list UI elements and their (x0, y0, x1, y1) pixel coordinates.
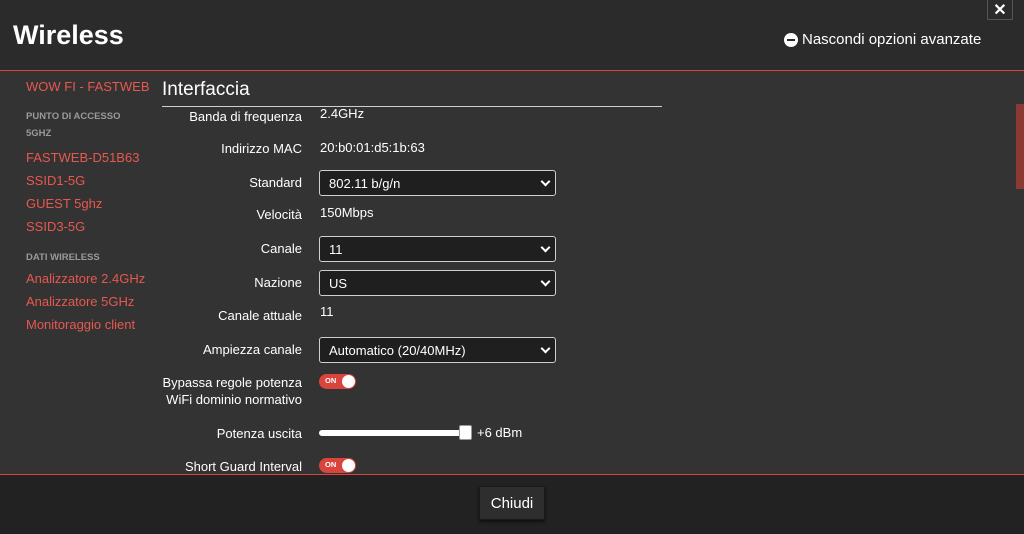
standard-label: Standard (249, 175, 302, 190)
sidebar-item-analyzer-5ghz[interactable]: Analizzatore 5GHz (26, 294, 156, 309)
sidebar-item-fastweb-d51b63[interactable]: FASTWEB-D51B63 (26, 150, 156, 165)
power-slider-thumb[interactable] (459, 425, 472, 440)
bypass-label: Bypassa regole potenza WiFi dominio norm… (162, 374, 302, 408)
close-button[interactable]: Chiudi (479, 486, 545, 520)
sidebar-caption-line: 5GHZ (26, 128, 52, 139)
channel-label: Canale (260, 241, 302, 256)
chevron-down-icon (540, 176, 551, 187)
current-channel-value: 11 (320, 304, 334, 319)
toggle-state-text: ON (325, 376, 337, 385)
interface-panel: Interfaccia Banda di frequenza 2.4GHz In… (162, 72, 662, 474)
power-label: Potenza uscita (216, 426, 302, 441)
bandwidth-select[interactable]: Automatico (20/40MHz) (319, 337, 556, 363)
sidebar-item-wow-fi[interactable]: WOW FI - FASTWEB (26, 79, 156, 94)
wireless-modal: Wireless Nascondi opzioni avanzate ✕ WOW… (0, 0, 1024, 534)
band-label: Banda di frequenza (189, 109, 302, 124)
power-value: +6 dBm (477, 425, 523, 440)
sidebar-caption-access-point: PUNTO DI ACCESSO 5GHZ (26, 108, 156, 142)
minus-circle-icon (784, 32, 798, 47)
channel-select[interactable]: 11 (319, 236, 556, 262)
country-row: Nazione US (162, 270, 862, 296)
current-channel-label: Canale attuale (218, 308, 302, 323)
sidebar-item-client-monitoring[interactable]: Monitoraggio client (26, 317, 156, 332)
chevron-down-icon (540, 343, 551, 354)
power-row: Potenza uscita +6 dBm (162, 425, 862, 442)
bandwidth-label: Ampiezza canale (203, 342, 302, 357)
sidebar-caption-wireless-data: DATI WIRELESS (26, 252, 100, 263)
toggle-knob (342, 375, 355, 388)
current-channel-row: Canale attuale 11 (162, 304, 862, 324)
country-select-value: US (329, 275, 348, 291)
country-select[interactable]: US (319, 270, 556, 296)
chevron-down-icon (540, 276, 551, 287)
sgi-toggle[interactable]: ON (319, 458, 356, 473)
bandwidth-row: Ampiezza canale Automatico (20/40MHz) (162, 337, 862, 363)
mac-row: Indirizzo MAC 20:b0:01:d5:1b:63 (162, 140, 862, 157)
toggle-state-text: ON (325, 460, 337, 469)
scrollbar-thumb[interactable] (1016, 104, 1024, 189)
mac-value: 20:b0:01:d5:1b:63 (320, 140, 425, 155)
modal-header: Wireless Nascondi opzioni avanzate ✕ (0, 0, 1024, 71)
speed-value: 150Mbps (320, 205, 374, 220)
sidebar-item-guest-5ghz[interactable]: GUEST 5ghz (26, 196, 156, 211)
standard-select-value: 802.11 b/g/n (329, 175, 401, 191)
sidebar: WOW FI - FASTWEB PUNTO DI ACCESSO 5GHZ F… (26, 78, 156, 332)
speed-label: Velocità (256, 207, 302, 222)
channel-row: Canale 11 (162, 236, 862, 262)
modal-footer: Chiudi (0, 474, 1024, 534)
bypass-toggle[interactable]: ON (319, 374, 356, 389)
band-row: Banda di frequenza 2.4GHz (162, 106, 862, 125)
sgi-row: Short Guard Interval ON (162, 458, 862, 475)
power-slider[interactable] (319, 425, 472, 440)
bypass-label-line: WiFi dominio normativo (166, 392, 302, 407)
bandwidth-select-value: Automatico (20/40MHz) (329, 342, 466, 358)
hide-advanced-options-label: Nascondi opzioni avanzate (802, 31, 982, 48)
close-icon[interactable]: ✕ (987, 0, 1013, 20)
speed-row: Velocità 150Mbps (162, 205, 862, 223)
sidebar-item-ssid3-5g[interactable]: SSID3-5G (26, 219, 156, 234)
standard-row: Standard 802.11 b/g/n (162, 170, 862, 196)
band-value: 2.4GHz (320, 106, 365, 121)
sidebar-item-ssid1-5g[interactable]: SSID1-5G (26, 173, 156, 188)
standard-select[interactable]: 802.11 b/g/n (319, 170, 556, 196)
bypass-row: Bypassa regole potenza WiFi dominio norm… (162, 374, 862, 408)
section-title: Interfaccia (162, 72, 662, 107)
sgi-label: Short Guard Interval (184, 459, 302, 474)
hide-advanced-options-toggle[interactable]: Nascondi opzioni avanzate (784, 31, 981, 48)
country-label: Nazione (254, 275, 302, 290)
bypass-label-line: Bypassa regole potenza (162, 375, 302, 390)
page-title: Wireless (13, 20, 124, 50)
toggle-knob (342, 459, 355, 472)
sidebar-item-analyzer-24ghz[interactable]: Analizzatore 2.4GHz (26, 271, 156, 286)
chevron-down-icon (540, 242, 551, 253)
sidebar-caption-line: PUNTO DI ACCESSO (26, 111, 121, 122)
channel-select-value: 11 (329, 241, 343, 257)
mac-label: Indirizzo MAC (221, 141, 302, 156)
modal-body: WOW FI - FASTWEB PUNTO DI ACCESSO 5GHZ F… (0, 72, 1024, 474)
